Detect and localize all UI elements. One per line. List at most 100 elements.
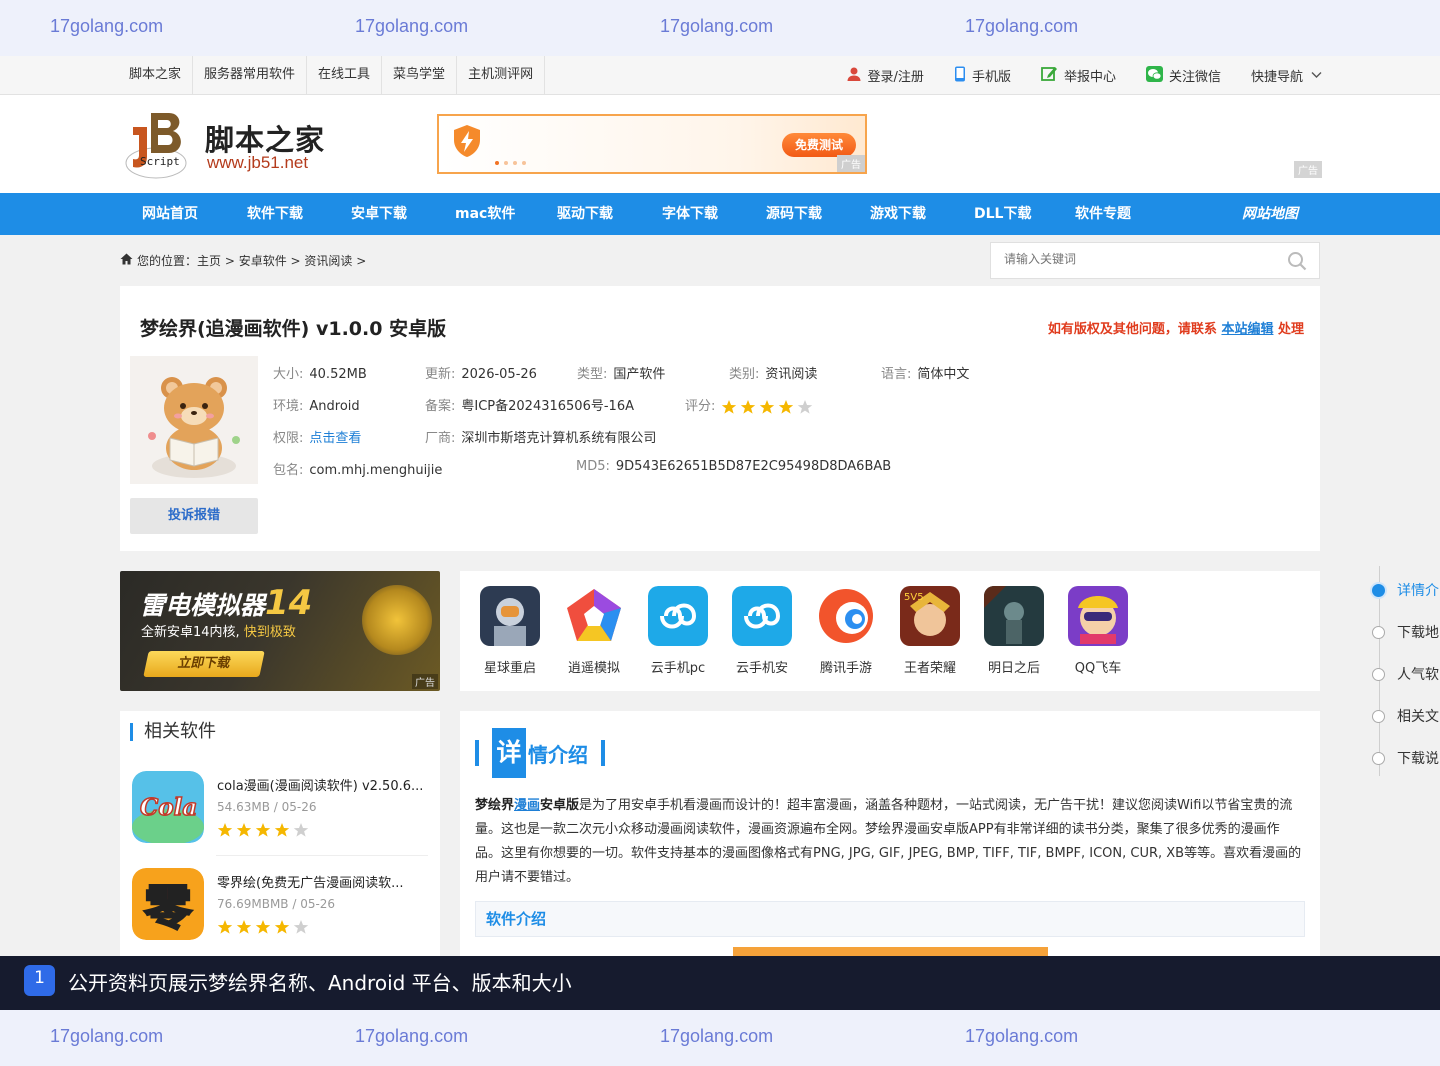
search-box [990, 242, 1320, 279]
rating-stars [217, 919, 309, 935]
chevron-down-icon [1311, 68, 1322, 83]
app-item-xiaoyao[interactable]: 逍遥模拟 [562, 586, 626, 676]
ad-label: 广告 [837, 155, 865, 172]
watermark-text: 17golang.com [965, 1026, 1079, 1046]
toc-item-related[interactable]: 相关文 [1372, 706, 1439, 726]
svg-text:零: 零 [144, 880, 193, 936]
heading-big-char: 详 [492, 728, 526, 778]
comic-link[interactable]: 漫画 [514, 798, 540, 813]
field-type: 类型: 国产软件 [577, 367, 666, 382]
free-trial-button[interactable]: 免费测试 [782, 133, 856, 157]
app-item-mingri[interactable]: 明日之后 [982, 586, 1046, 676]
breadcrumb: 您的位置： 主页 > 安卓软件 > 资讯阅读 > [120, 252, 366, 269]
field-category: 类别: 资讯阅读 [729, 367, 818, 382]
wechat-label: 关注微信 [1168, 70, 1221, 85]
app-item-wangzhe[interactable]: 5V5 王者荣耀 [898, 586, 962, 676]
lifeafter-icon [984, 586, 1044, 646]
watermark-bar-top: 17golang.com 17golang.com 17golang.com 1… [0, 0, 1440, 56]
download-now-button[interactable]: 立即下载 [143, 651, 265, 677]
watermark-text: 17golang.com [50, 16, 164, 36]
ad-label: 广告 [412, 674, 438, 689]
field-rating: 评分: [685, 395, 813, 415]
watermark-text: 17golang.com [965, 16, 1079, 36]
field-vendor: 厂商: 深圳市斯塔克计算机系统有限公司 [425, 431, 657, 446]
contact-editor-link[interactable]: 本站编辑 [1221, 322, 1273, 337]
star-filled-icon [255, 823, 271, 837]
banner-ad[interactable]: 免费测试 广告 [437, 114, 867, 174]
app-item-xingqiu[interactable]: 星球重启 [478, 586, 542, 676]
watermark-text: 17golang.com [355, 16, 469, 36]
star-filled-icon [217, 823, 233, 837]
quick-nav-dropdown[interactable]: 快捷导航 [1251, 66, 1322, 85]
nav-driver[interactable]: 驱动下载 [557, 193, 613, 235]
top-links: 脚本之家 服务器常用软件 在线工具 菜鸟学堂 主机测评网 [118, 56, 546, 95]
nav-home[interactable]: 网站首页 [142, 193, 198, 235]
nav-mac[interactable]: mac软件 [455, 193, 515, 235]
app-item-cloudphone-android[interactable]: 云手机安 [730, 586, 794, 676]
toc-item-instructions[interactable]: 下载说 [1372, 748, 1439, 768]
app-item-tencent-games[interactable]: 腾讯手游 [814, 586, 878, 676]
watermark-text: 17golang.com [660, 16, 774, 36]
user-icon [846, 66, 862, 86]
complain-button[interactable]: 投诉报错 [130, 498, 258, 534]
mobile-link[interactable]: 手机版 [954, 66, 1011, 86]
nav-font[interactable]: 字体下载 [662, 193, 718, 235]
star-filled-icon [255, 920, 271, 934]
side-toc: 详情介 下载地 人气软 相关文 下载说 [1360, 566, 1440, 786]
watermark-text: 17golang.com [660, 1026, 774, 1046]
wechat-icon [1145, 65, 1163, 86]
nav-software[interactable]: 软件下载 [247, 193, 303, 235]
related-item-name: cola漫画(漫画阅读软件) v2.50.6... [217, 779, 424, 794]
breadcrumb-prefix: 您的位置： [137, 254, 198, 268]
cola-comic-icon: Cola [132, 771, 204, 843]
star-filled-icon [722, 399, 737, 414]
app-info-card: 梦绘界(追漫画软件) v1.0.0 安卓版 如有版权及其他问题，请联系 本站编辑… [120, 286, 1320, 551]
top-link-online-tools[interactable]: 在线工具 [307, 56, 383, 95]
heading-bar [475, 740, 479, 766]
nav-dll[interactable]: DLL下载 [974, 193, 1031, 235]
toc-item-detail[interactable]: 详情介 [1372, 580, 1439, 600]
wechat-link[interactable]: 关注微信 [1145, 65, 1221, 86]
top-link-jb51[interactable]: 脚本之家 [118, 56, 194, 95]
field-package: 包名: com.mhj.menghuijie [273, 463, 443, 478]
nav-sitemap[interactable]: 网站地图 [1242, 193, 1298, 235]
report-link[interactable]: 举报中心 [1041, 65, 1116, 86]
related-item-meta: 54.63MB / 05-26 [217, 800, 317, 814]
watermark-text: 17golang.com [50, 1026, 164, 1046]
detail-heading: 详 情介绍 [475, 725, 605, 781]
field-env: 环境: Android [273, 399, 360, 414]
svg-text:Cola: Cola [140, 794, 197, 821]
lightning-emblem-icon [362, 585, 432, 655]
nav-android[interactable]: 安卓下载 [351, 193, 407, 235]
app-icon-bear [130, 356, 258, 484]
search-input[interactable] [1004, 252, 1274, 266]
search-icon[interactable] [1287, 251, 1307, 275]
nav-source[interactable]: 源码下载 [766, 193, 822, 235]
caption-number-badge: 1 [24, 965, 55, 996]
login-link[interactable]: 登录/注册 [846, 66, 924, 86]
edit-icon [1041, 65, 1058, 86]
ldplayer-ad[interactable]: 雷电模拟器14 全新安卓14内核, 快到极致 立即下载 广告 [120, 571, 440, 691]
top-link-runoob[interactable]: 菜鸟学堂 [382, 56, 458, 95]
qq-speed-icon [1068, 586, 1128, 646]
rating-stars [217, 822, 309, 838]
top-link-server-software[interactable]: 服务器常用软件 [193, 56, 308, 95]
star-empty-icon [798, 399, 813, 414]
ad-title: 雷电模拟器14 [140, 583, 313, 623]
site-logo[interactable]: Script 脚本之家 www.jb51.net [125, 111, 335, 179]
app-item-cloudphone-pc[interactable]: 云手机pc [646, 586, 710, 676]
toc-item-download[interactable]: 下载地 [1372, 622, 1439, 642]
svg-text:5V5: 5V5 [904, 592, 924, 603]
top-link-host-review[interactable]: 主机测评网 [457, 56, 546, 95]
related-item[interactable]: Cola cola漫画(漫画阅读软件) v2.50.6... 54.63MB /… [132, 771, 428, 855]
watermark-bar-bottom: 17golang.com 17golang.com 17golang.com 1… [0, 1010, 1440, 1066]
tencent-games-icon [816, 586, 876, 646]
home-icon[interactable] [120, 253, 133, 268]
related-item[interactable]: 零 零界绘(免费无广告漫画阅读软... 76.69MBMB / 05-26 [132, 868, 428, 952]
permission-link[interactable]: 点击查看 [309, 431, 361, 446]
breadcrumb-path[interactable]: 主页 > 安卓软件 > 资讯阅读 > [197, 252, 366, 269]
nav-topics[interactable]: 软件专题 [1075, 193, 1131, 235]
toc-item-popular[interactable]: 人气软 [1372, 664, 1439, 684]
app-item-qqspeed[interactable]: QQ飞车 [1066, 586, 1130, 676]
nav-game[interactable]: 游戏下载 [870, 193, 926, 235]
